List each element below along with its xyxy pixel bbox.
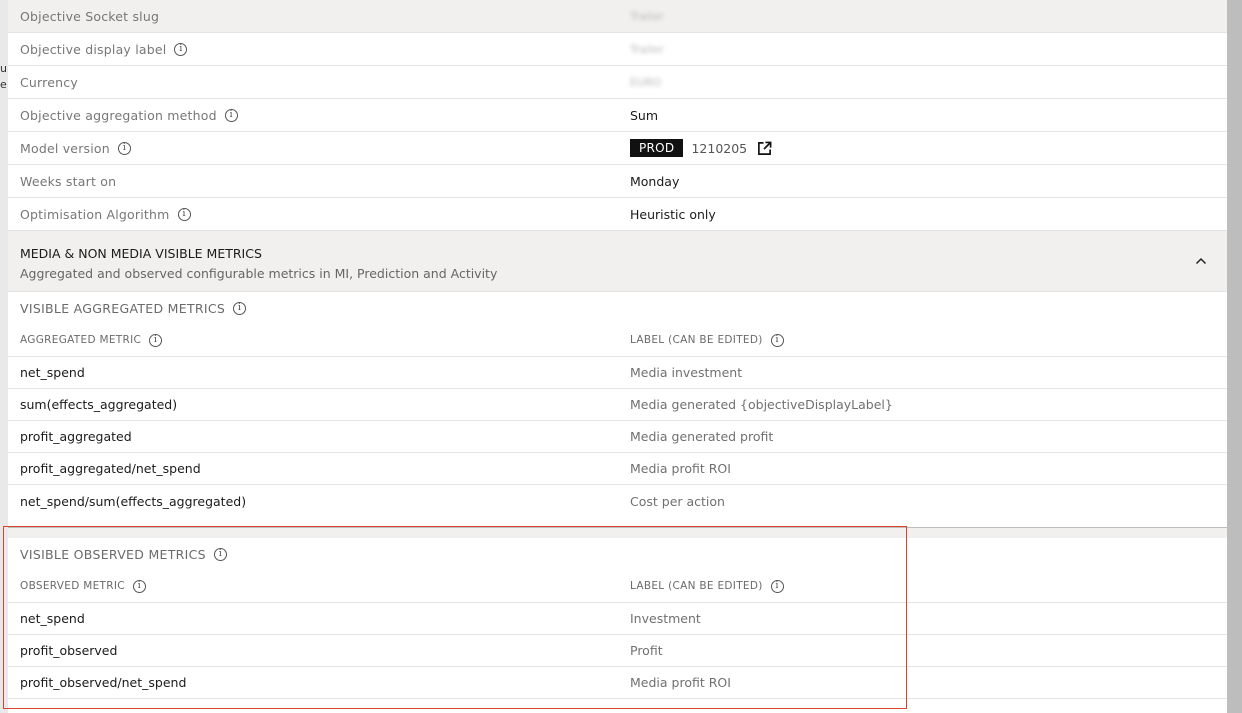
metric-name: net_spend [20, 611, 85, 626]
table-row: profit_aggregated Media generated profit [8, 421, 1227, 453]
metric-label-field[interactable]: Profit [630, 635, 663, 666]
table-row: profit_observed Profit [8, 635, 1227, 667]
column-header-label: LABEL (CAN BE EDITED) [630, 334, 763, 346]
setting-row-aggregation-method: Objective aggregation method i Sum [8, 99, 1227, 132]
setting-row-currency: Currency EURO [8, 66, 1227, 99]
metric-label-field[interactable]: Cost per action [630, 485, 725, 517]
observed-column-headers: OBSERVED METRIC i LABEL (CAN BE EDITED) i [8, 570, 1227, 603]
metric-label-field[interactable]: Media generated {objectiveDisplayLabel} [630, 389, 893, 420]
prod-badge: PROD [630, 139, 684, 157]
table-row: profit_aggregated/net_spend Media profit … [8, 453, 1227, 485]
background-text-fragment: u [0, 62, 7, 75]
setting-value: Sum [630, 107, 659, 123]
column-header-metric: AGGREGATED METRIC [20, 334, 142, 346]
setting-row-model-version: Model version i PROD 1210205 [8, 132, 1227, 165]
section-gap [8, 528, 1227, 538]
aggregated-column-headers: AGGREGATED METRIC i LABEL (CAN BE EDITED)… [8, 324, 1227, 357]
column-header-metric: OBSERVED METRIC [20, 580, 125, 592]
setting-row-weeks-start: Weeks start on Monday [8, 165, 1227, 198]
setting-label: Objective Socket slug [20, 8, 160, 24]
table-row: sum(effects_aggregated) Media generated {… [8, 389, 1227, 421]
section-divider [8, 517, 1227, 528]
setting-value-blurred: Trailer [630, 9, 664, 23]
metric-label-field[interactable]: Media profit ROI [630, 667, 731, 698]
setting-row-optimisation-algorithm: Optimisation Algorithm i Heuristic only [8, 198, 1227, 231]
info-icon[interactable]: i [213, 547, 227, 561]
settings-panel: Objective Socket slug Trailer Objective … [8, 0, 1227, 713]
metric-name: net_spend/sum(effects_aggregated) [20, 493, 247, 509]
info-icon[interactable]: i [233, 301, 247, 315]
chevron-up-icon[interactable] [1195, 255, 1207, 267]
setting-value: Monday [630, 173, 680, 189]
info-icon[interactable]: i [117, 141, 131, 155]
info-icon[interactable]: i [174, 42, 188, 56]
metric-label-field[interactable]: Media investment [630, 357, 742, 388]
setting-label: Weeks start on [20, 173, 117, 189]
setting-label: Model version [20, 140, 110, 156]
background-scroll-area [1227, 0, 1242, 713]
setting-label: Currency [20, 74, 78, 90]
table-row: net_spend Media investment [8, 357, 1227, 389]
setting-value-blurred: Trailer [630, 42, 664, 56]
metric-name: profit_observed [20, 643, 118, 658]
section-title: MEDIA & NON MEDIA VISIBLE METRICS [20, 246, 262, 261]
setting-label: Objective display label [20, 41, 167, 57]
setting-row-display-label: Objective display label i Trailer [8, 33, 1227, 66]
external-link-icon[interactable] [757, 141, 772, 156]
table-row: net_spend/sum(effects_aggregated) Cost pe… [8, 485, 1227, 517]
setting-value-blurred: EURO [630, 75, 662, 89]
setting-label: Optimisation Algorithm [20, 206, 170, 222]
metric-name: profit_aggregated [20, 429, 132, 444]
info-icon[interactable]: i [224, 108, 238, 122]
aggregated-metrics-list: net_spend Media investment sum(effects_ag… [8, 357, 1227, 517]
info-icon[interactable]: i [132, 579, 146, 593]
section-subtitle: Aggregated and observed configurable met… [20, 266, 498, 281]
setting-value: Heuristic only [630, 206, 716, 222]
metric-label-field[interactable]: Media generated profit [630, 421, 773, 452]
background-text-fragment: e [0, 78, 7, 91]
observed-metrics-list: net_spend Investment profit_observed Profi… [8, 603, 1227, 699]
setting-row-socket-slug: Objective Socket slug Trailer [8, 0, 1227, 33]
observed-heading: VISIBLE OBSERVED METRICS i [8, 538, 1227, 570]
setting-label: Objective aggregation method [20, 107, 217, 123]
settings-table: Objective Socket slug Trailer Objective … [8, 0, 1227, 231]
info-icon[interactable]: i [770, 579, 784, 593]
metric-label-field[interactable]: Media profit ROI [630, 453, 731, 484]
metric-name: sum(effects_aggregated) [20, 397, 178, 412]
aggregated-heading: VISIBLE AGGREGATED METRICS i [8, 292, 1227, 324]
metric-name: profit_aggregated/net_spend [20, 461, 201, 476]
info-icon[interactable]: i [177, 207, 191, 221]
observed-heading-text: VISIBLE OBSERVED METRICS [20, 546, 206, 562]
metric-name: net_spend [20, 365, 85, 380]
model-version-number: 1210205 [691, 140, 748, 156]
metric-label-field[interactable]: Investment [630, 603, 701, 634]
info-icon[interactable]: i [149, 333, 163, 347]
info-icon[interactable]: i [770, 333, 784, 347]
metric-name: profit_observed/net_spend [20, 675, 187, 690]
table-row: net_spend Investment [8, 603, 1227, 635]
column-header-label: LABEL (CAN BE EDITED) [630, 580, 763, 592]
metrics-section-header[interactable]: MEDIA & NON MEDIA VISIBLE METRICS Aggreg… [8, 231, 1227, 292]
aggregated-heading-text: VISIBLE AGGREGATED METRICS [20, 300, 226, 316]
table-row: profit_observed/net_spend Media profit RO… [8, 667, 1227, 699]
background-page-strip: u e [0, 0, 8, 713]
